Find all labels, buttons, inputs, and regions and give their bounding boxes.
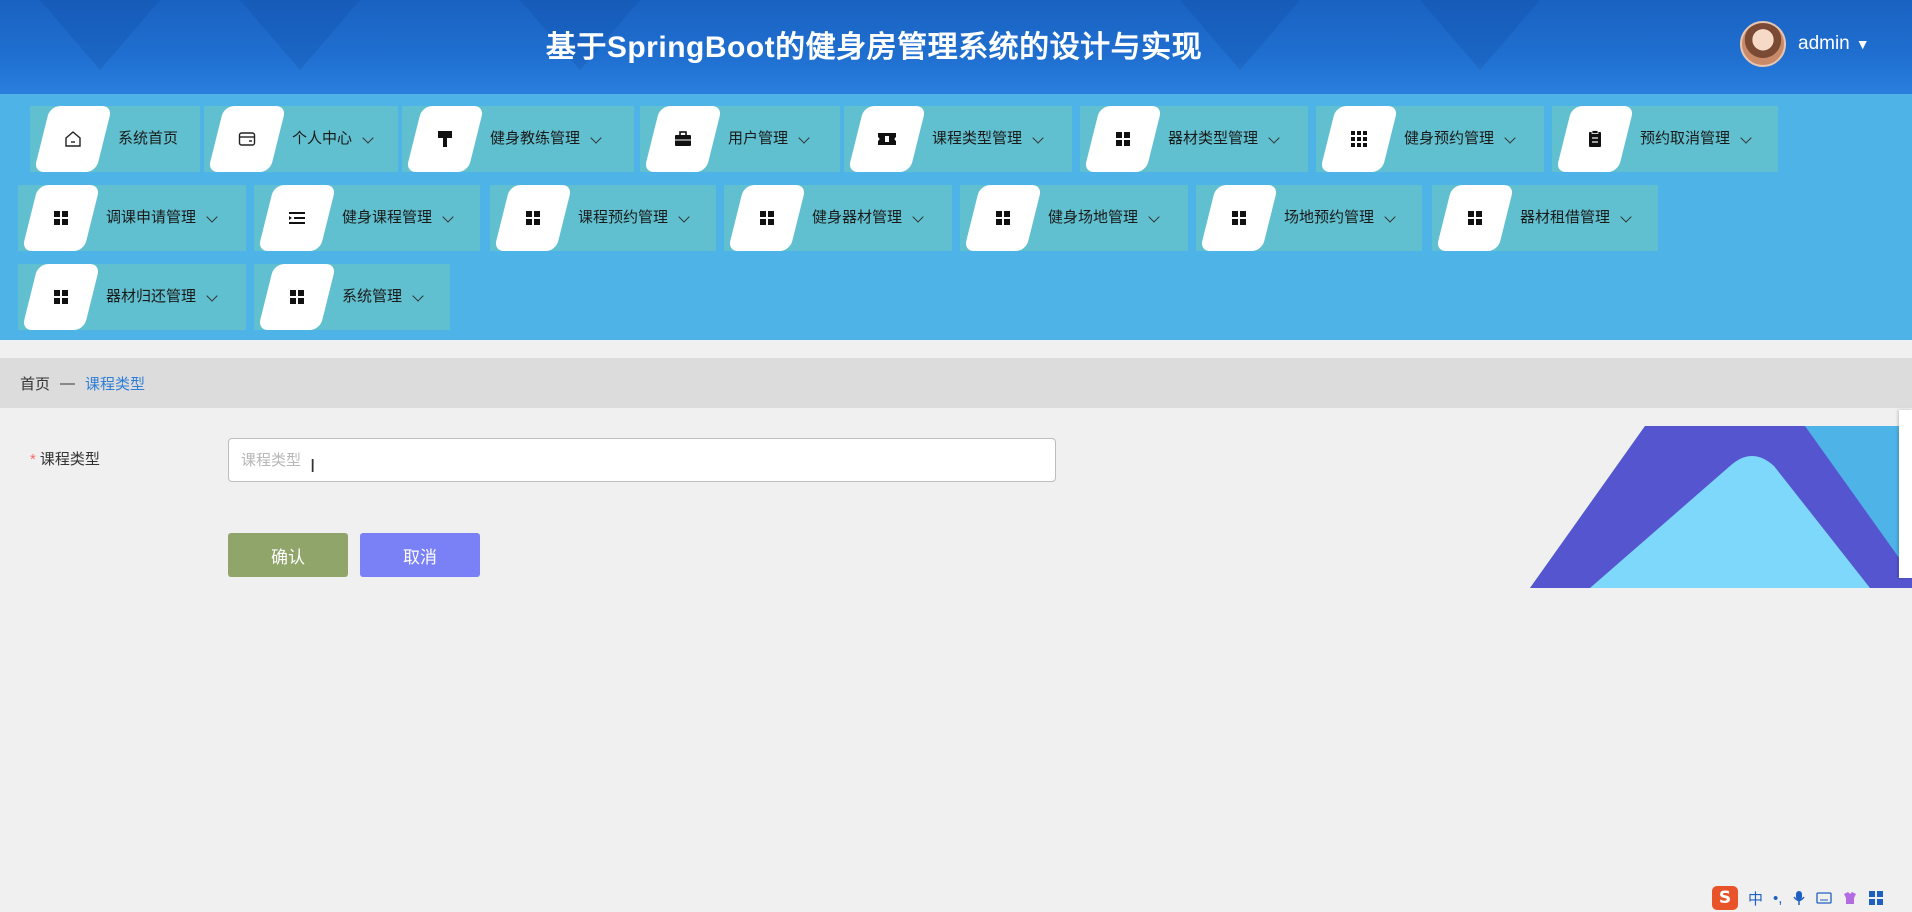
menu-item[interactable]: 课程预约管理 — [490, 185, 716, 251]
menu-item[interactable]: 健身器材管理 — [724, 185, 952, 251]
menu-item-label: 系统管理 — [342, 288, 403, 305]
grid-icon — [727, 185, 807, 251]
menu-item[interactable]: 健身教练管理 — [402, 106, 634, 172]
chevron-down-icon — [206, 211, 218, 223]
paint-roller-icon — [405, 106, 485, 172]
chevron-down-icon — [1148, 211, 1160, 223]
breadcrumb-home[interactable]: 首页 — [20, 373, 50, 394]
grid-icon — [21, 185, 101, 251]
chevron-down-icon — [1032, 132, 1044, 144]
chevron-down-icon — [412, 290, 424, 302]
menu-item-label: 健身器材管理 — [812, 209, 903, 226]
top-header: 基于SpringBoot的健身房管理系统的设计与实现 admin ▼ — [0, 0, 1912, 94]
briefcase-icon — [643, 106, 723, 172]
chevron-down-icon — [912, 211, 924, 223]
course-type-label: * 课程类型 — [30, 448, 100, 469]
confirm-button[interactable]: 确认 — [228, 533, 348, 577]
menu-item-label: 健身场地管理 — [1048, 209, 1139, 226]
menu-item[interactable]: 器材租借管理 — [1432, 185, 1658, 251]
grid-icon — [963, 185, 1043, 251]
ime-punctuation[interactable]: •, — [1773, 890, 1782, 907]
grid-icon — [1199, 185, 1279, 251]
caret-down-icon[interactable]: ▼ — [1856, 36, 1870, 52]
ime-language[interactable]: 中 — [1748, 888, 1763, 909]
menu-item-label: 器材租借管理 — [1520, 209, 1611, 226]
menu-item[interactable]: 器材类型管理 — [1080, 106, 1308, 172]
skin-icon[interactable] — [1842, 890, 1858, 906]
grid-icon — [257, 264, 337, 330]
cancel-button[interactable]: 取消 — [360, 533, 480, 577]
grid-icon — [21, 264, 101, 330]
menu-item[interactable]: 调课申请管理 — [18, 185, 246, 251]
menu-item-label: 个人中心 — [292, 130, 353, 147]
menu-item-label: 课程预约管理 — [578, 209, 669, 226]
grid-icon — [493, 185, 573, 251]
user-menu[interactable]: admin ▼ — [1740, 20, 1870, 68]
nav-menu: 系统首页 个人中心 健身教练管理 用户管理 课程类型管理 器材类型管理 健身预约管理 预约取消… — [0, 94, 1912, 340]
clipboard-icon — [1555, 106, 1635, 172]
menu-item[interactable]: 健身场地管理 — [960, 185, 1188, 251]
menu-item[interactable]: 系统首页 — [30, 106, 200, 172]
app-title: 基于SpringBoot的健身房管理系统的设计与实现 — [545, 31, 1203, 64]
chevron-down-icon — [1620, 211, 1632, 223]
scroll-panel-edge — [1899, 410, 1912, 578]
menu-item-label: 调课申请管理 — [106, 209, 197, 226]
grid-icon — [1083, 106, 1163, 172]
menu-item[interactable]: 健身课程管理 — [254, 185, 480, 251]
list-indent-icon — [257, 185, 337, 251]
decoration-graphic — [1530, 426, 1912, 588]
menu-item-label: 器材归还管理 — [106, 288, 197, 305]
menu-item[interactable]: 场地预约管理 — [1196, 185, 1422, 251]
course-type-label-text: 课程类型 — [39, 451, 100, 468]
avatar[interactable] — [1740, 21, 1786, 67]
menu-item-label: 系统首页 — [118, 130, 179, 147]
toolbox-icon[interactable] — [1868, 890, 1884, 906]
keyboard-icon[interactable] — [1816, 891, 1833, 905]
menu-item[interactable]: 课程类型管理 — [844, 106, 1072, 172]
microphone-icon[interactable] — [1792, 890, 1806, 906]
menu-item[interactable]: 系统管理 — [254, 264, 450, 330]
ticket-icon — [847, 106, 927, 172]
chevron-down-icon — [1268, 132, 1280, 144]
menu-item-label: 健身教练管理 — [490, 130, 581, 147]
breadcrumb-separator: — — [60, 374, 76, 392]
chevron-down-icon — [798, 132, 810, 144]
menu-item-label: 健身课程管理 — [342, 209, 433, 226]
home-icon — [33, 106, 113, 172]
menu-item[interactable]: 器材归还管理 — [18, 264, 246, 330]
menu-item-label: 场地预约管理 — [1284, 209, 1375, 226]
menu-item-label: 用户管理 — [728, 130, 789, 147]
username[interactable]: admin — [1798, 33, 1850, 55]
breadcrumb-current[interactable]: 课程类型 — [85, 373, 145, 394]
grid-icon — [1435, 185, 1515, 251]
menu-item-label: 预约取消管理 — [1640, 130, 1731, 147]
chevron-down-icon — [1384, 211, 1396, 223]
text-cursor-icon: I — [310, 456, 316, 477]
chevron-down-icon — [1740, 132, 1752, 144]
breadcrumb: 首页 — 课程类型 — [0, 358, 1912, 408]
chevron-down-icon — [362, 132, 374, 144]
chevron-down-icon — [590, 132, 602, 144]
chevron-down-icon — [206, 290, 218, 302]
apps-icon — [1319, 106, 1399, 172]
chevron-down-icon — [442, 211, 454, 223]
menu-item-label: 器材类型管理 — [1168, 130, 1259, 147]
menu-item[interactable]: 健身预约管理 — [1316, 106, 1544, 172]
ime-logo-icon[interactable]: S — [1712, 886, 1738, 910]
required-mark: * — [30, 451, 36, 468]
chevron-down-icon — [678, 211, 690, 223]
menu-item[interactable]: 用户管理 — [640, 106, 840, 172]
menu-item[interactable]: 个人中心 — [204, 106, 398, 172]
system-tray: S 中 •, — [1712, 884, 1912, 912]
menu-item[interactable]: 预约取消管理 — [1552, 106, 1778, 172]
course-type-input[interactable] — [228, 438, 1056, 482]
menu-item-label: 健身预约管理 — [1404, 130, 1495, 147]
chevron-down-icon — [1504, 132, 1516, 144]
menu-item-label: 课程类型管理 — [932, 130, 1023, 147]
wallet-icon — [207, 106, 287, 172]
